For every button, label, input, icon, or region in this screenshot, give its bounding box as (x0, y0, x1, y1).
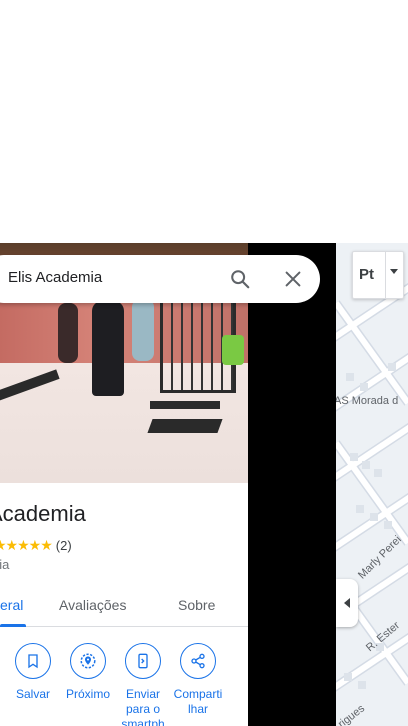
bookmark-icon (28, 654, 38, 669)
tab-overview[interactable]: eral (0, 597, 23, 613)
search-box[interactable]: Elis Academia (0, 255, 320, 303)
app-root: Academia ★★★★★ (2) nia eral Avaliações S… (0, 0, 408, 726)
tab-bar: eral Avaliações Sobre (0, 585, 248, 627)
share-icon (191, 653, 205, 669)
share-label: Comparti lhar (173, 687, 223, 716)
nearby-label: Próximo (65, 687, 110, 701)
place-category[interactable]: nia (0, 557, 9, 572)
map-label-morada: AS Morada d (336, 395, 399, 407)
nearby-icon (80, 653, 96, 669)
save-button[interactable]: Salvar (3, 643, 63, 702)
search-icon[interactable] (229, 268, 251, 290)
save-label: Salvar (15, 687, 50, 701)
map-view[interactable]: AS Morada d Marly Perei R. Ester rigues (336, 243, 408, 726)
send-to-phone-button[interactable]: Enviar para o smartph (113, 643, 173, 726)
send-to-phone-icon (138, 653, 148, 669)
chevron-left-icon (344, 598, 350, 608)
place-title: Academia (0, 501, 86, 526)
blank-area (0, 0, 408, 243)
star-rating: ★★★★★ (0, 537, 53, 553)
tab-reviews[interactable]: Avaliações (59, 597, 126, 613)
layer-icon: Pt (359, 266, 374, 283)
action-bar: Salvar Próximo Enviar para o smartph Com… (0, 643, 248, 726)
search-input[interactable]: Elis Academia (8, 269, 102, 286)
layer-separator (385, 252, 386, 298)
active-tab-indicator (0, 624, 26, 627)
share-button[interactable]: Comparti lhar (168, 643, 228, 717)
layer-selector-button[interactable]: Pt (352, 251, 404, 299)
collapse-panel-button[interactable] (336, 579, 358, 627)
rating-row[interactable]: ★★★★★ (2) (0, 537, 72, 554)
send-to-phone-label: Enviar para o smartph (121, 687, 165, 726)
divider-strip (248, 243, 336, 726)
rating-count[interactable]: (2) (56, 538, 72, 553)
chevron-down-icon[interactable] (390, 269, 398, 274)
nearby-button[interactable]: Próximo (58, 643, 118, 702)
place-panel: Academia ★★★★★ (2) nia eral Avaliações S… (0, 243, 248, 726)
tab-about[interactable]: Sobre (178, 597, 215, 613)
close-icon[interactable] (282, 268, 304, 290)
